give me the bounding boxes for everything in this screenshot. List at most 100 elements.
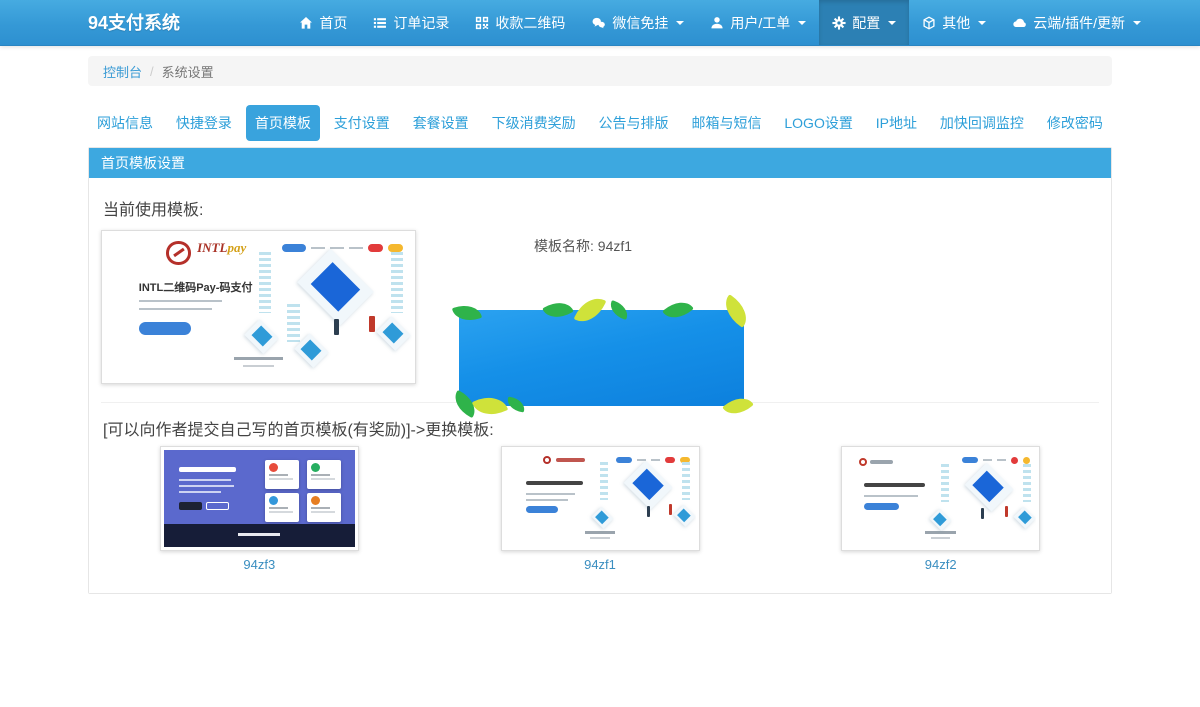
nav-label: 收款二维码	[495, 13, 565, 33]
tab-logo[interactable]: LOGO设置	[775, 105, 861, 141]
mock-text-line	[179, 485, 234, 487]
mock-heading	[179, 467, 236, 472]
mock-heading	[864, 483, 925, 487]
mock-text-line	[269, 474, 288, 476]
leaf-shape	[718, 294, 754, 328]
template-thumb-94zf3[interactable]	[160, 446, 359, 551]
tab-site-info[interactable]: 网站信息	[88, 105, 162, 141]
tab-announcement[interactable]: 公告与排版	[590, 105, 678, 141]
mock-dot	[311, 463, 320, 472]
panel-body: 当前使用模板: INTLpay INTL二维码Pay-码支付	[89, 178, 1111, 593]
user-icon	[710, 16, 724, 30]
template-screenshot: INTLpay INTL二维码Pay-码支付	[105, 234, 412, 380]
tab-home-template[interactable]: 首页模板	[246, 105, 320, 141]
template-link-94zf2[interactable]: 94zf2	[925, 557, 957, 572]
breadcrumb-console[interactable]: 控制台	[103, 62, 142, 81]
wechat-icon	[591, 16, 606, 30]
mock-button	[526, 506, 558, 513]
mock-logo-icon	[166, 241, 191, 264]
nav-item-wechat[interactable]: 微信免挂	[578, 0, 697, 45]
mock-button	[206, 502, 229, 510]
tab-payment[interactable]: 支付设置	[325, 105, 399, 141]
nav-label: 配置	[852, 13, 880, 33]
tab-change-password[interactable]: 修改密码	[1038, 105, 1112, 141]
template-thumb-94zf2[interactable]	[841, 446, 1040, 551]
mock-person	[369, 316, 374, 332]
template-screenshot	[164, 450, 355, 547]
tab-callback-monitor[interactable]: 加快回调监控	[931, 105, 1033, 141]
tab-ip[interactable]: IP地址	[867, 105, 926, 141]
mock-person	[334, 319, 339, 335]
template-thumb-94zf1[interactable]	[501, 446, 700, 551]
mock-text-line	[526, 499, 568, 501]
tab-quick-login[interactable]: 快捷登录	[167, 105, 241, 141]
nav-item-qrcode[interactable]: 收款二维码	[462, 0, 578, 45]
template-link-94zf3[interactable]: 94zf3	[243, 557, 275, 572]
mock-shape	[600, 462, 608, 501]
leaf-shape	[662, 295, 693, 326]
nav-label: 微信免挂	[612, 13, 668, 33]
template-option: 94zf2	[770, 446, 1111, 572]
mock-heading	[526, 481, 583, 485]
nav-item-users[interactable]: 用户/工单	[697, 0, 819, 45]
nav-item-other[interactable]: 其他	[909, 0, 999, 45]
nav-label: 订单记录	[393, 13, 449, 33]
mock-shape	[287, 304, 299, 342]
leaf-shape	[607, 300, 631, 320]
mock-dot	[311, 496, 320, 505]
mock-text-line	[269, 478, 293, 480]
nav-item-cloud[interactable]: 云端/插件/更新	[999, 0, 1154, 45]
mock-shape	[682, 462, 690, 501]
caret-down-icon	[798, 21, 806, 25]
template-screenshot	[505, 450, 696, 547]
template-option: 94zf3	[89, 446, 430, 572]
leaf-shape	[506, 397, 526, 413]
breadcrumb: 控制台 / 系统设置	[88, 56, 1112, 86]
mock-text-line	[139, 308, 213, 310]
template-name-value: 94zf1	[598, 238, 632, 254]
mock-button	[139, 322, 191, 335]
nav-item-orders[interactable]: 订单记录	[360, 0, 462, 45]
mock-button	[179, 502, 202, 510]
mock-logo-text	[870, 460, 893, 464]
mock-dot	[269, 496, 278, 505]
mock-card	[307, 460, 341, 489]
template-screenshot	[845, 450, 1036, 547]
brand-title[interactable]: 94支付系统	[88, 0, 180, 45]
leaf-shape	[452, 300, 482, 325]
mock-illustration	[925, 450, 1036, 547]
nav-label: 其他	[942, 13, 970, 33]
mock-shape	[1023, 464, 1031, 503]
panel-title: 首页模板设置	[89, 148, 1111, 178]
nav-item-config[interactable]: 配置	[819, 0, 909, 45]
mock-person	[647, 506, 650, 517]
main-nav: 首页 订单记录 收款二维码 微信免挂 用户/工单 配置 其他	[286, 0, 1154, 45]
mock-logo-text	[556, 458, 585, 462]
current-template-label: 当前使用模板:	[103, 196, 203, 220]
mock-logo-icon	[859, 458, 867, 466]
template-link-94zf1[interactable]: 94zf1	[584, 557, 616, 572]
leaf-shape	[542, 296, 574, 325]
mock-footer	[164, 524, 355, 547]
top-navbar: 94支付系统 首页 订单记录 收款二维码 微信免挂 用户/工单 配置	[0, 0, 1200, 46]
template-settings-panel: 首页模板设置 当前使用模板: INTLpay INTL二维码Pay	[88, 147, 1112, 594]
breadcrumb-separator: /	[150, 64, 154, 79]
settings-tabs: 网站信息 快捷登录 首页模板 支付设置 套餐设置 下级消费奖励 公告与排版 邮箱…	[88, 105, 1112, 141]
template-gallery: 94zf3	[89, 446, 1111, 572]
mock-text-line	[311, 474, 330, 476]
mock-text-line	[864, 495, 917, 497]
submit-template-hint: [可以向作者提交自己写的首页模板(有奖励)]->更换模板:	[103, 416, 494, 440]
mock-dot	[269, 463, 278, 472]
tab-package[interactable]: 套餐设置	[404, 105, 478, 141]
current-template-preview: INTLpay INTL二维码Pay-码支付	[101, 230, 416, 384]
nav-item-home[interactable]: 首页	[286, 0, 360, 45]
nav-label: 用户/工单	[730, 13, 790, 33]
tab-mail-sms[interactable]: 邮箱与短信	[682, 105, 770, 141]
cloud-icon	[1012, 16, 1027, 30]
tab-sub-reward[interactable]: 下级消费奖励	[483, 105, 585, 141]
leaf-shape	[722, 391, 753, 422]
breadcrumb-current: 系统设置	[162, 62, 214, 81]
nav-label: 云端/插件/更新	[1033, 13, 1125, 33]
mock-text-line	[311, 507, 330, 509]
list-icon	[373, 16, 387, 30]
